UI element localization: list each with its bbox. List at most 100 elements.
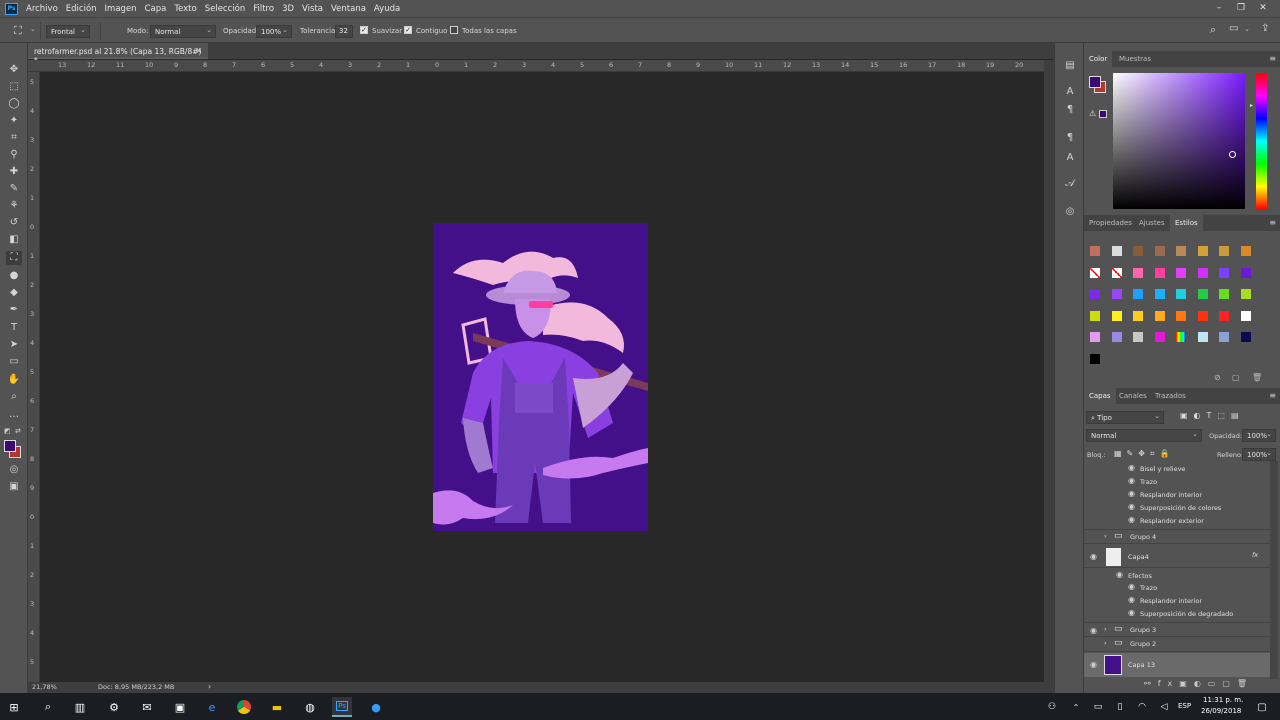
crop-tool-icon[interactable]: ⌗ bbox=[6, 131, 22, 145]
pen-tool-icon[interactable]: ✒ bbox=[6, 303, 22, 317]
layer-group-row[interactable]: ◉ › ▭ Grupo 3 bbox=[1084, 622, 1270, 637]
quick-mask-icon[interactable]: ◎ bbox=[6, 463, 22, 477]
style-swatch[interactable] bbox=[1154, 246, 1165, 256]
contiguous-checkbox[interactable]: ✓ bbox=[404, 26, 412, 34]
eye-icon[interactable]: ◉ bbox=[1128, 595, 1135, 604]
style-swatch[interactable] bbox=[1133, 310, 1143, 321]
chevron-right-icon[interactable]: › bbox=[1104, 532, 1107, 540]
store-icon[interactable]: ▣ bbox=[170, 697, 190, 717]
eye-icon[interactable]: ◉ bbox=[1090, 626, 1097, 635]
style-swatch[interactable] bbox=[1154, 289, 1165, 299]
style-swatch[interactable] bbox=[1111, 267, 1122, 278]
swap-colors-icon[interactable]: ⇄ bbox=[15, 427, 21, 435]
color-picker-cursor[interactable] bbox=[1229, 151, 1236, 158]
hue-slider[interactable] bbox=[1256, 73, 1267, 209]
healing-brush-icon[interactable]: ✚ bbox=[6, 165, 22, 179]
libraries-panel-icon[interactable]: ◎ bbox=[1063, 205, 1077, 219]
style-swatch[interactable] bbox=[1154, 310, 1165, 321]
lock-icons[interactable]: ▦✎✥⌗🔒 bbox=[1114, 449, 1174, 459]
blur-tool-icon[interactable]: ◆ bbox=[6, 286, 22, 300]
glyphs-panel-icon[interactable]: 𝒜 bbox=[1063, 177, 1077, 191]
layer-actions[interactable]: ⚯fx▣◐▭▢🗑 bbox=[1144, 679, 1274, 691]
paint-bucket-icon[interactable]: ⛶ bbox=[14, 24, 22, 38]
tab-canales[interactable]: Canales bbox=[1114, 388, 1152, 404]
layer-effect-row[interactable]: ◉ Trazo bbox=[1084, 476, 1270, 489]
style-swatch[interactable] bbox=[1240, 246, 1251, 256]
style-swatch[interactable] bbox=[1240, 267, 1251, 278]
tab-estilos[interactable]: Estilos bbox=[1170, 215, 1203, 231]
style-swatch[interactable] bbox=[1176, 246, 1186, 256]
tab-propiedades[interactable]: Propiedades bbox=[1084, 215, 1137, 231]
clone-stamp-icon[interactable]: ⚘ bbox=[6, 199, 22, 213]
style-swatch[interactable] bbox=[1090, 267, 1100, 278]
menu-archivo[interactable]: Archivo bbox=[26, 4, 58, 14]
eye-icon[interactable]: ◉ bbox=[1128, 582, 1135, 591]
task-view-icon[interactable]: ▥ bbox=[70, 697, 90, 717]
layer-row[interactable]: ◉ Capa4 fx bbox=[1084, 546, 1270, 568]
style-swatch[interactable] bbox=[1090, 353, 1100, 364]
style-swatch[interactable] bbox=[1133, 332, 1143, 342]
search-icon[interactable]: ⌕ bbox=[38, 697, 58, 717]
new-style-icon[interactable]: ▢ bbox=[1232, 373, 1240, 382]
tab-capas[interactable]: Capas bbox=[1084, 388, 1116, 404]
edge-icon[interactable]: e bbox=[202, 697, 222, 717]
history-brush-icon[interactable]: ↺ bbox=[6, 216, 22, 230]
eye-icon[interactable]: ◉ bbox=[1090, 552, 1097, 561]
steam-icon[interactable]: ◍ bbox=[300, 697, 320, 717]
brush-tool-icon[interactable]: ✎ bbox=[6, 182, 22, 196]
layer-group-row[interactable]: › ▭ Grupo 4 bbox=[1084, 529, 1270, 544]
style-swatch[interactable] bbox=[1240, 289, 1251, 299]
volume-icon[interactable]: ◁ bbox=[1154, 697, 1174, 717]
layer-filter-select[interactable]: ⌕ Tipo bbox=[1086, 411, 1164, 424]
menu-seleccion[interactable]: Selección bbox=[205, 4, 246, 14]
close-icon[interactable]: ✕ bbox=[1252, 0, 1274, 16]
chevron-right-icon[interactable]: › bbox=[208, 682, 211, 691]
blend-mode-select[interactable]: Normal bbox=[1086, 429, 1202, 442]
chevron-right-icon[interactable]: › bbox=[1104, 639, 1107, 647]
type-tool-icon[interactable]: T bbox=[6, 321, 22, 335]
default-colors-icon[interactable]: ◩ bbox=[4, 427, 11, 435]
share-icon[interactable]: ⇪ bbox=[1261, 23, 1269, 34]
lasso-tool-icon[interactable]: ◯ bbox=[6, 97, 22, 111]
eyedropper-icon[interactable]: ⚲ bbox=[6, 148, 22, 162]
eye-icon[interactable]: ◉ bbox=[1116, 570, 1123, 579]
more-tools-icon[interactable]: … bbox=[6, 408, 22, 422]
panel-menu-icon[interactable]: ≡ bbox=[1269, 54, 1276, 63]
panel-menu-icon[interactable]: ≡ bbox=[1269, 218, 1276, 227]
style-swatch[interactable] bbox=[1090, 246, 1100, 256]
search-icon[interactable]: ⌕ bbox=[1210, 23, 1216, 37]
clock-date[interactable]: 26/09/2018 bbox=[1201, 707, 1241, 715]
layer-opacity-field[interactable]: 100% bbox=[1242, 429, 1276, 442]
fill-source-select[interactable]: Frontal bbox=[46, 25, 90, 38]
photoshop-taskbar-icon[interactable]: Ps bbox=[332, 697, 352, 717]
layer-group-row[interactable]: › ▭ Grupo 2 bbox=[1084, 637, 1270, 652]
delete-style-icon[interactable]: 🗑 bbox=[1252, 373, 1262, 382]
zoom-level[interactable]: 21,78% bbox=[32, 683, 57, 691]
tab-color[interactable]: Color bbox=[1084, 51, 1113, 67]
file-explorer-icon[interactable]: ▬ bbox=[267, 697, 287, 717]
artwork-canvas[interactable] bbox=[433, 223, 648, 531]
chrome-icon[interactable] bbox=[234, 697, 254, 717]
style-swatch[interactable] bbox=[1219, 310, 1229, 321]
layer-effect-row[interactable]: ◉ Trazo bbox=[1084, 582, 1270, 595]
screen-mode-icon[interactable]: ▣ bbox=[6, 480, 22, 494]
document-tab[interactable]: retrofarmer.psd al 21.8% (Capa 13, RGB/8… bbox=[28, 43, 208, 65]
style-swatch[interactable] bbox=[1090, 310, 1100, 321]
style-swatch[interactable] bbox=[1133, 246, 1143, 256]
hand-tool-icon[interactable]: ✋ bbox=[6, 373, 22, 387]
layers-scrollbar[interactable] bbox=[1270, 461, 1278, 679]
style-swatch[interactable] bbox=[1219, 289, 1229, 299]
tab-trazados[interactable]: Trazados bbox=[1150, 388, 1191, 404]
panel-menu-icon[interactable]: ≡ bbox=[1269, 391, 1276, 400]
style-swatch[interactable] bbox=[1176, 332, 1186, 342]
color-picker-field[interactable] bbox=[1113, 73, 1245, 209]
chevron-down-icon[interactable]: ⌄ bbox=[30, 25, 36, 33]
workspace-icon[interactable]: ▭ bbox=[1229, 23, 1238, 34]
opacity-field[interactable]: 100% bbox=[256, 25, 292, 38]
paragraph-styles-icon[interactable]: ¶ bbox=[1063, 131, 1077, 145]
style-swatch[interactable] bbox=[1154, 267, 1165, 278]
all-layers-checkbox[interactable] bbox=[450, 26, 458, 34]
vertical-scrollbar[interactable] bbox=[1044, 60, 1054, 682]
eye-icon[interactable]: ◉ bbox=[1128, 489, 1135, 498]
wifi-icon[interactable]: ◠ bbox=[1132, 697, 1152, 717]
